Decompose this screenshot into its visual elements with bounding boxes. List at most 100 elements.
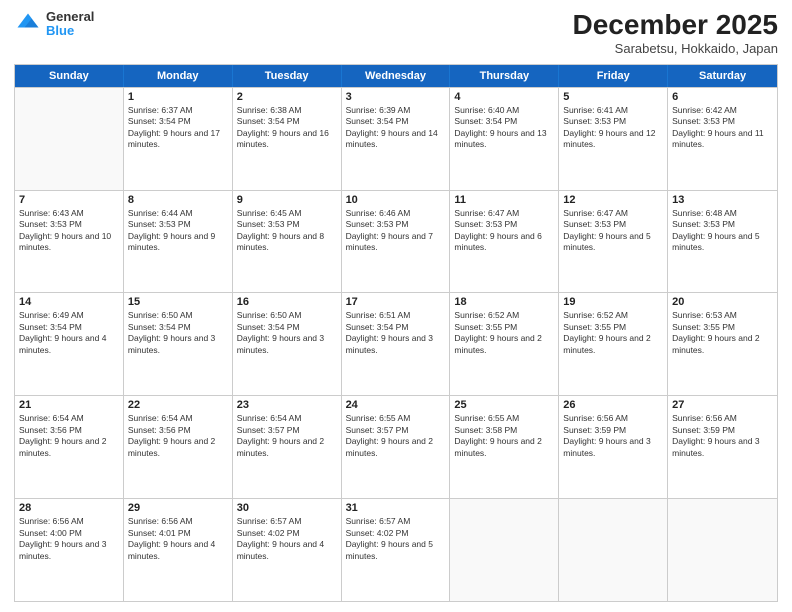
- cal-cell-empty-4: [450, 499, 559, 601]
- day-info: Sunrise: 6:46 AM Sunset: 3:53 PM Dayligh…: [346, 208, 446, 254]
- logo-blue: Blue: [46, 24, 94, 38]
- day-number: 28: [19, 502, 119, 514]
- day-number: 1: [128, 91, 228, 103]
- day-info: Sunrise: 6:55 AM Sunset: 3:57 PM Dayligh…: [346, 413, 446, 459]
- day-info: Sunrise: 6:54 AM Sunset: 3:56 PM Dayligh…: [128, 413, 228, 459]
- calendar-body: 1 Sunrise: 6:37 AM Sunset: 3:54 PM Daylig…: [15, 87, 777, 601]
- cal-cell-14: 14Sunrise: 6:49 AM Sunset: 3:54 PM Dayli…: [15, 293, 124, 395]
- day-number: 5: [563, 91, 663, 103]
- day-number: 16: [237, 296, 337, 308]
- cal-cell-7: 7 Sunrise: 6:43 AM Sunset: 3:53 PM Daylig…: [15, 191, 124, 293]
- day-number: 13: [672, 194, 773, 206]
- cal-cell-6: 6 Sunrise: 6:42 AM Sunset: 3:53 PM Daylig…: [668, 88, 777, 190]
- cal-header-sunday: Sunday: [15, 65, 124, 87]
- day-number: 30: [237, 502, 337, 514]
- cal-header-friday: Friday: [559, 65, 668, 87]
- cal-cell-3: 3 Sunrise: 6:39 AM Sunset: 3:54 PM Daylig…: [342, 88, 451, 190]
- day-number: 18: [454, 296, 554, 308]
- cal-row-0: 1 Sunrise: 6:37 AM Sunset: 3:54 PM Daylig…: [15, 87, 777, 190]
- cal-row-2: 14Sunrise: 6:49 AM Sunset: 3:54 PM Dayli…: [15, 292, 777, 395]
- day-number: 24: [346, 399, 446, 411]
- day-info: Sunrise: 6:41 AM Sunset: 3:53 PM Dayligh…: [563, 105, 663, 151]
- day-info: Sunrise: 6:45 AM Sunset: 3:53 PM Dayligh…: [237, 208, 337, 254]
- page: General Blue December 2025 Sarabetsu, Ho…: [0, 0, 792, 612]
- day-info: Sunrise: 6:42 AM Sunset: 3:53 PM Dayligh…: [672, 105, 773, 151]
- day-number: 14: [19, 296, 119, 308]
- cal-cell-26: 26 Sunrise: 6:56 AM Sunset: 3:59 PM Dayli…: [559, 396, 668, 498]
- day-number: 19: [563, 296, 663, 308]
- day-number: 23: [237, 399, 337, 411]
- cal-cell-12: 12Sunrise: 6:47 AM Sunset: 3:53 PM Dayli…: [559, 191, 668, 293]
- title-block: December 2025 Sarabetsu, Hokkaido, Japan: [573, 10, 778, 56]
- cal-header-tuesday: Tuesday: [233, 65, 342, 87]
- cal-cell-2: 2 Sunrise: 6:38 AM Sunset: 3:54 PM Daylig…: [233, 88, 342, 190]
- day-info: Sunrise: 6:55 AM Sunset: 3:58 PM Dayligh…: [454, 413, 554, 459]
- day-info: Sunrise: 6:56 AM Sunset: 3:59 PM Dayligh…: [672, 413, 773, 459]
- day-info: Sunrise: 6:51 AM Sunset: 3:54 PM Dayligh…: [346, 310, 446, 356]
- cal-cell-24: 24 Sunrise: 6:55 AM Sunset: 3:57 PM Dayli…: [342, 396, 451, 498]
- day-number: 3: [346, 91, 446, 103]
- day-info: Sunrise: 6:56 AM Sunset: 4:00 PM Dayligh…: [19, 516, 119, 562]
- day-info: Sunrise: 6:54 AM Sunset: 3:56 PM Dayligh…: [19, 413, 119, 459]
- cal-cell-17: 17 Sunrise: 6:51 AM Sunset: 3:54 PM Dayli…: [342, 293, 451, 395]
- cal-cell-29: 29Sunrise: 6:56 AM Sunset: 4:01 PM Dayli…: [124, 499, 233, 601]
- cal-cell-19: 19 Sunrise: 6:52 AM Sunset: 3:55 PM Dayli…: [559, 293, 668, 395]
- day-number: 9: [237, 194, 337, 206]
- cal-cell-5: 5 Sunrise: 6:41 AM Sunset: 3:53 PM Daylig…: [559, 88, 668, 190]
- cal-row-4: 28 Sunrise: 6:56 AM Sunset: 4:00 PM Dayli…: [15, 498, 777, 601]
- day-number: 26: [563, 399, 663, 411]
- day-info: Sunrise: 6:52 AM Sunset: 3:55 PM Dayligh…: [563, 310, 663, 356]
- day-info: Sunrise: 6:47 AM Sunset: 3:53 PM Dayligh…: [563, 208, 663, 254]
- day-number: 17: [346, 296, 446, 308]
- day-number: 8: [128, 194, 228, 206]
- cal-cell-empty-5: [559, 499, 668, 601]
- cal-cell-20: 20Sunrise: 6:53 AM Sunset: 3:55 PM Dayli…: [668, 293, 777, 395]
- day-number: 6: [672, 91, 773, 103]
- cal-row-1: 7 Sunrise: 6:43 AM Sunset: 3:53 PM Daylig…: [15, 190, 777, 293]
- header: General Blue December 2025 Sarabetsu, Ho…: [14, 10, 778, 56]
- day-number: 7: [19, 194, 119, 206]
- cal-header-saturday: Saturday: [668, 65, 777, 87]
- cal-cell-21: 21Sunrise: 6:54 AM Sunset: 3:56 PM Dayli…: [15, 396, 124, 498]
- cal-cell-31: 31 Sunrise: 6:57 AM Sunset: 4:02 PM Dayli…: [342, 499, 451, 601]
- month-title: December 2025: [573, 10, 778, 41]
- day-info: Sunrise: 6:39 AM Sunset: 3:54 PM Dayligh…: [346, 105, 446, 151]
- day-number: 31: [346, 502, 446, 514]
- day-info: Sunrise: 6:37 AM Sunset: 3:54 PM Dayligh…: [128, 105, 228, 151]
- logo-icon: [14, 10, 42, 38]
- day-number: 2: [237, 91, 337, 103]
- cal-cell-15: 15Sunrise: 6:50 AM Sunset: 3:54 PM Dayli…: [124, 293, 233, 395]
- day-info: Sunrise: 6:53 AM Sunset: 3:55 PM Dayligh…: [672, 310, 773, 356]
- day-info: Sunrise: 6:47 AM Sunset: 3:53 PM Dayligh…: [454, 208, 554, 254]
- cal-cell-empty-0: [15, 88, 124, 190]
- day-number: 11: [454, 194, 554, 206]
- logo-general: General: [46, 10, 94, 24]
- cal-cell-22: 22 Sunrise: 6:54 AM Sunset: 3:56 PM Dayli…: [124, 396, 233, 498]
- cal-cell-18: 18Sunrise: 6:52 AM Sunset: 3:55 PM Dayli…: [450, 293, 559, 395]
- day-number: 27: [672, 399, 773, 411]
- cal-header-monday: Monday: [124, 65, 233, 87]
- cal-cell-25: 25 Sunrise: 6:55 AM Sunset: 3:58 PM Dayli…: [450, 396, 559, 498]
- day-number: 22: [128, 399, 228, 411]
- day-number: 4: [454, 91, 554, 103]
- day-info: Sunrise: 6:57 AM Sunset: 4:02 PM Dayligh…: [237, 516, 337, 562]
- logo-text: General Blue: [46, 10, 94, 39]
- cal-cell-13: 13 Sunrise: 6:48 AM Sunset: 3:53 PM Dayli…: [668, 191, 777, 293]
- subtitle: Sarabetsu, Hokkaido, Japan: [573, 41, 778, 56]
- day-info: Sunrise: 6:38 AM Sunset: 3:54 PM Dayligh…: [237, 105, 337, 151]
- day-info: Sunrise: 6:43 AM Sunset: 3:53 PM Dayligh…: [19, 208, 119, 254]
- day-info: Sunrise: 6:48 AM Sunset: 3:53 PM Dayligh…: [672, 208, 773, 254]
- cal-header-wednesday: Wednesday: [342, 65, 451, 87]
- cal-row-3: 21Sunrise: 6:54 AM Sunset: 3:56 PM Dayli…: [15, 395, 777, 498]
- day-info: Sunrise: 6:56 AM Sunset: 3:59 PM Dayligh…: [563, 413, 663, 459]
- day-info: Sunrise: 6:50 AM Sunset: 3:54 PM Dayligh…: [237, 310, 337, 356]
- cal-cell-16: 16 Sunrise: 6:50 AM Sunset: 3:54 PM Dayli…: [233, 293, 342, 395]
- day-info: Sunrise: 6:40 AM Sunset: 3:54 PM Dayligh…: [454, 105, 554, 151]
- cal-cell-1: 1 Sunrise: 6:37 AM Sunset: 3:54 PM Daylig…: [124, 88, 233, 190]
- cal-cell-23: 23Sunrise: 6:54 AM Sunset: 3:57 PM Dayli…: [233, 396, 342, 498]
- cal-cell-28: 28 Sunrise: 6:56 AM Sunset: 4:00 PM Dayli…: [15, 499, 124, 601]
- cal-cell-8: 8Sunrise: 6:44 AM Sunset: 3:53 PM Daylig…: [124, 191, 233, 293]
- day-info: Sunrise: 6:57 AM Sunset: 4:02 PM Dayligh…: [346, 516, 446, 562]
- day-number: 25: [454, 399, 554, 411]
- day-info: Sunrise: 6:50 AM Sunset: 3:54 PM Dayligh…: [128, 310, 228, 356]
